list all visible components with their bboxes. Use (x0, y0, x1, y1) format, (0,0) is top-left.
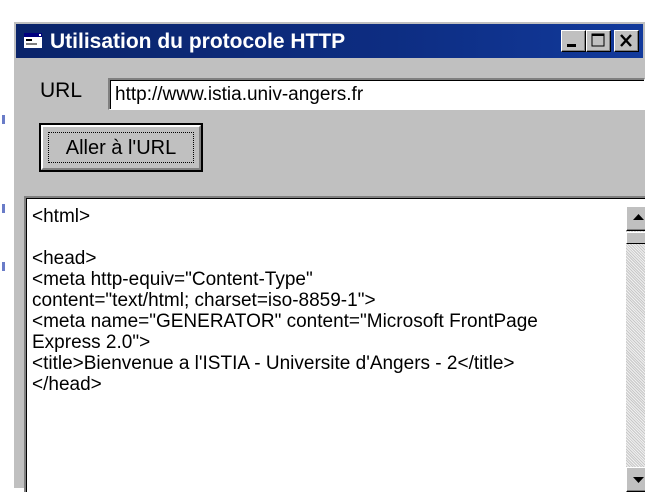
response-line: <head> (32, 248, 97, 269)
response-line: content="text/html; charset=iso-8859-1"> (32, 290, 376, 311)
response-line: <title>Bienvenue a l'ISTIA - Universite … (32, 353, 515, 374)
title-bar[interactable]: Utilisation du protocole HTTP (16, 24, 643, 58)
response-text: <html> <head> <meta http-equiv="Content-Ty… (32, 206, 622, 395)
edge-mark (2, 115, 5, 124)
form-icon (24, 33, 42, 48)
scroll-thumb[interactable] (626, 232, 645, 244)
response-line: <html> (32, 206, 91, 227)
edge-mark (2, 262, 5, 271)
background-edge (0, 0, 12, 488)
vertical-scrollbar[interactable] (626, 206, 645, 492)
url-input[interactable] (108, 78, 645, 110)
maximize-icon (591, 33, 605, 47)
response-textarea[interactable]: <html> <head> <meta http-equiv="Content-Ty… (24, 196, 645, 492)
arrow-up-icon (633, 214, 644, 220)
edge-mark (2, 204, 5, 213)
url-label: URL (40, 79, 83, 102)
go-to-url-label: Aller à l'URL (65, 137, 177, 159)
scroll-up-button[interactable] (626, 206, 645, 231)
scroll-down-button[interactable] (626, 467, 645, 492)
app-window: Utilisation du protocole HTTP URL Aller … (12, 20, 645, 492)
close-button[interactable] (614, 30, 639, 52)
response-line (32, 227, 622, 248)
response-line: <meta http-equiv="Content-Type" (32, 269, 313, 290)
close-icon (620, 34, 632, 47)
minimize-icon (567, 44, 576, 47)
window-title: Utilisation du protocole HTTP (50, 30, 346, 53)
response-line: <meta name="GENERATOR" content="Microsof… (32, 311, 538, 332)
maximize-button[interactable] (586, 30, 611, 52)
response-line: Express 2.0"> (32, 332, 151, 353)
go-to-url-button[interactable]: Aller à l'URL (39, 123, 203, 172)
response-line: </head> (32, 374, 102, 395)
minimize-button[interactable] (561, 30, 586, 52)
